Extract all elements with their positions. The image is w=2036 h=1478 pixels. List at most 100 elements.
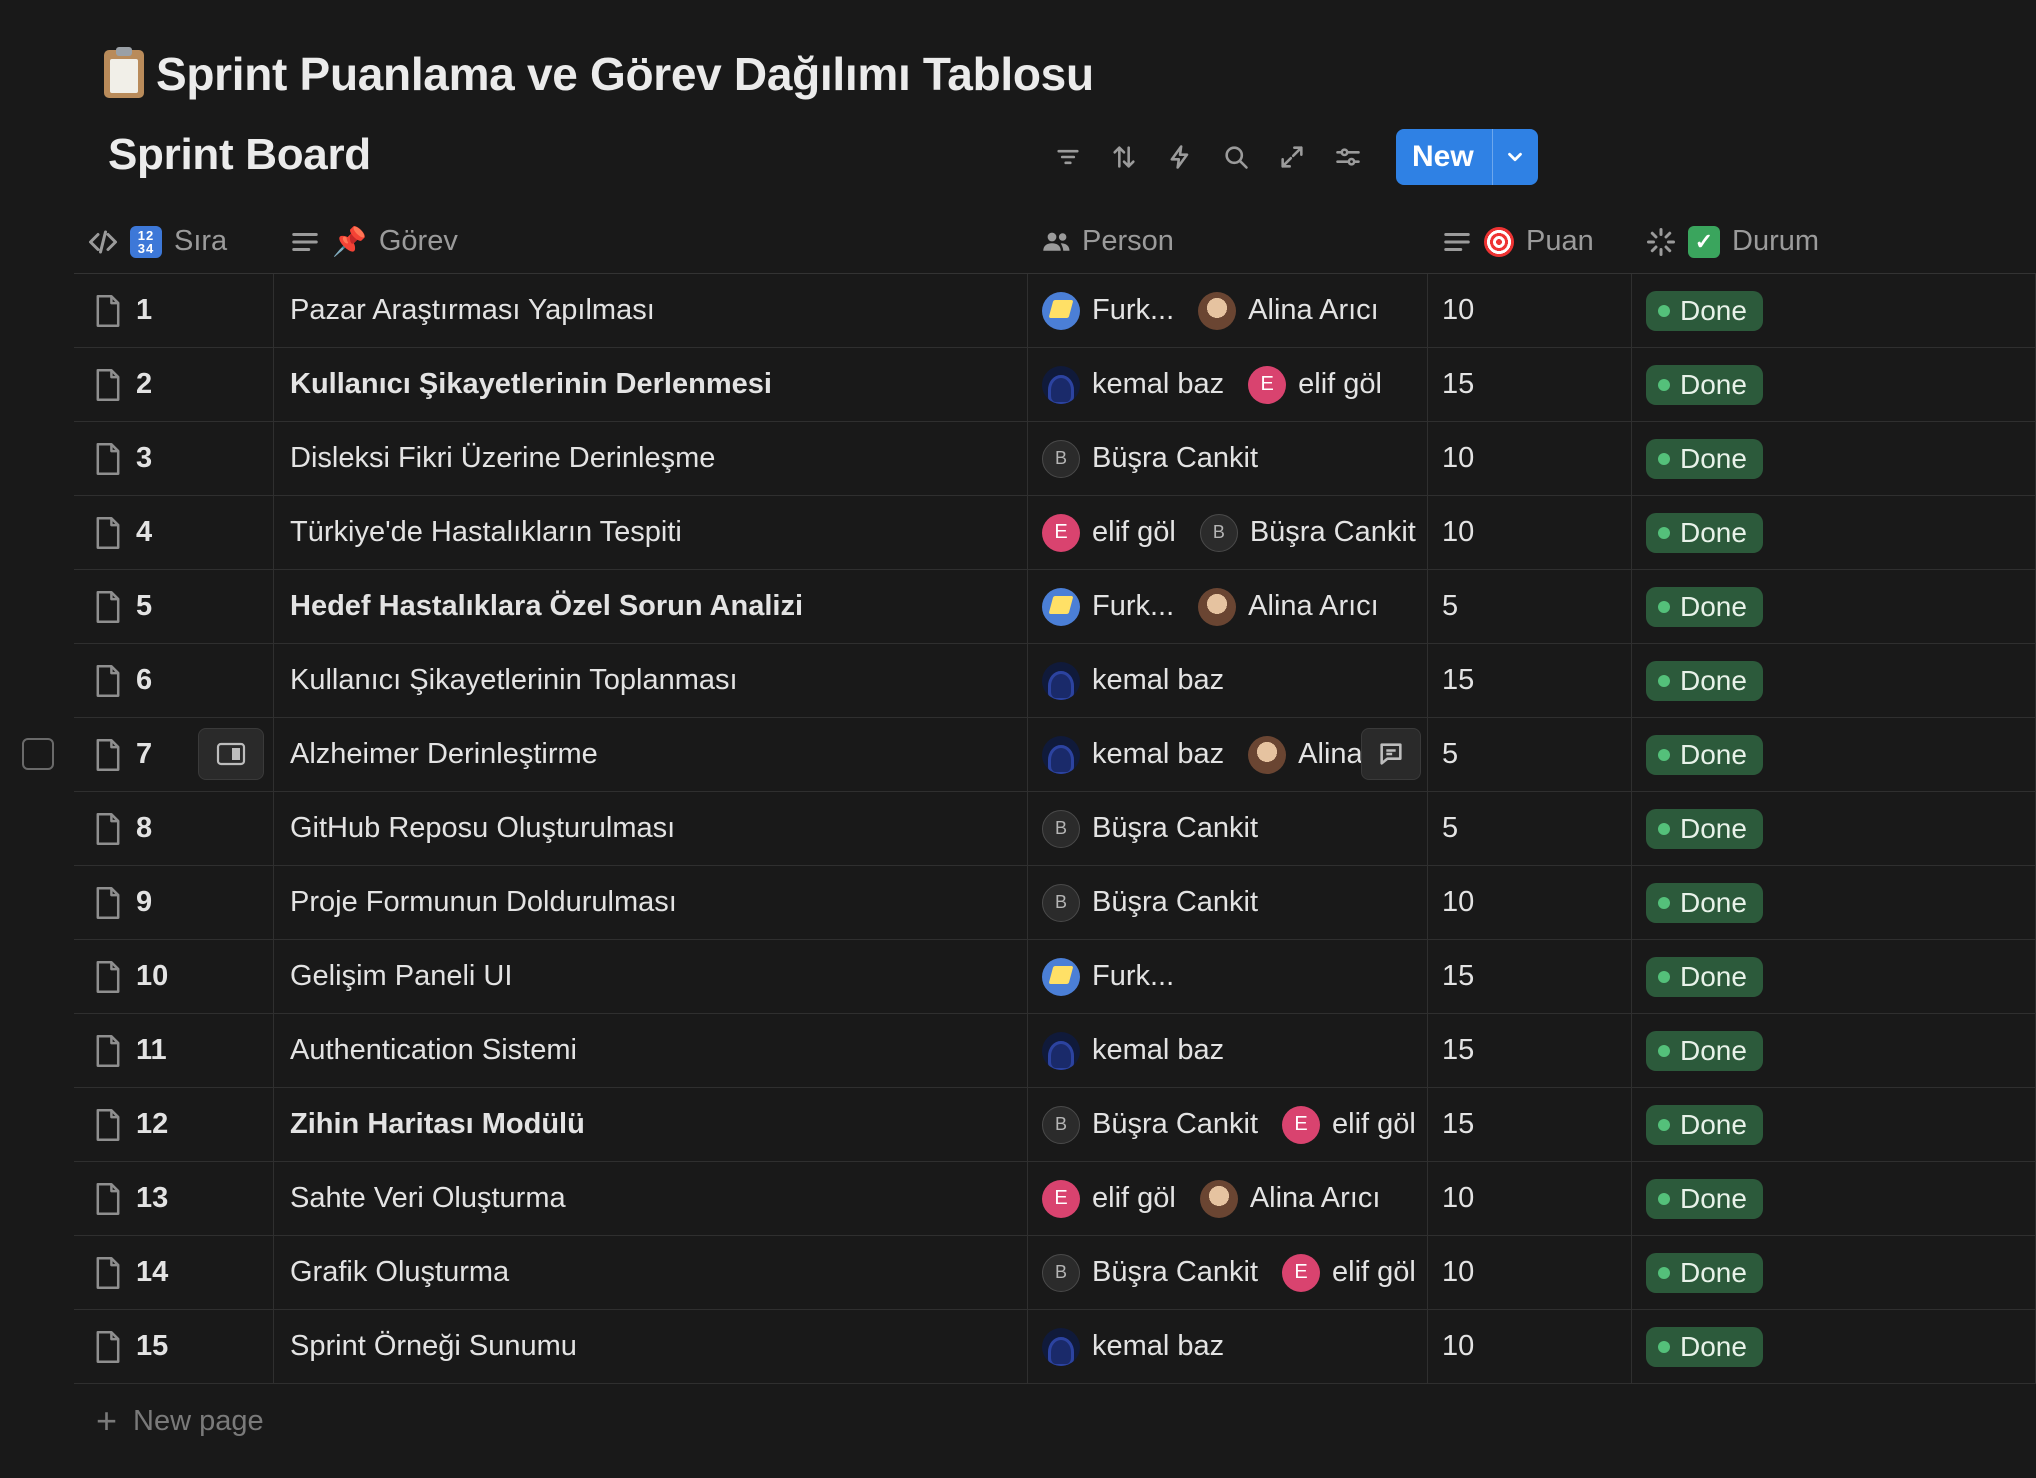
table-row[interactable]: 14 Grafik Oluşturma B Büşra Cankit Eelif göl… [74,1236,2036,1310]
cell-sira[interactable]: 4 [74,496,274,569]
cell-puan[interactable]: 10 [1428,422,1632,495]
column-header-person[interactable]: Person [1028,210,1428,273]
person-chip[interactable]: kemal baz [1042,365,1224,404]
table-row[interactable]: 4 Türkiye'de Hastalıkların Tespiti Eelif g… [74,496,2036,570]
cell-puan[interactable]: 10 [1428,866,1632,939]
cell-person[interactable]: kemal baz [1028,644,1428,717]
person-chip[interactable]: B Büşra Cankit [1199,513,1416,552]
person-chip[interactable]: Furk... [1042,957,1174,996]
settings-icon[interactable] [1320,130,1376,184]
cell-sira[interactable]: 14 [74,1236,274,1309]
column-header-puan[interactable]: Puan [1428,210,1632,273]
cell-sira[interactable]: 11 [74,1014,274,1087]
cell-sira[interactable]: 15 [74,1310,274,1383]
cell-puan[interactable]: 5 [1428,792,1632,865]
person-chip[interactable]: B Büşra Cankit [1042,1105,1258,1144]
cell-gorev[interactable]: Alzheimer Derinleştirme [274,718,1028,791]
person-chip[interactable]: Eelif göl [1042,513,1176,552]
table-row[interactable]: 5 Hedef Hastalıklara Özel Sorun Analizi Fu… [74,570,2036,644]
person-chip[interactable]: Furk... [1042,291,1174,330]
new-page-button[interactable]: + New page [74,1384,2036,1458]
person-chip[interactable]: kemal baz [1042,1327,1224,1366]
column-header-durum[interactable]: ✓ Durum [1632,210,2036,273]
cell-durum[interactable]: Done [1632,1310,2036,1383]
cell-sira[interactable]: 3 [74,422,274,495]
cell-person[interactable]: kemal baz Alina [1028,718,1428,791]
cell-durum[interactable]: Done [1632,644,2036,717]
cell-gorev[interactable]: Kullanıcı Şikayetlerinin Derlenmesi [274,348,1028,421]
person-chip[interactable]: Eelif göl [1282,1105,1416,1144]
person-chip[interactable]: B Büşra Cankit [1042,439,1258,478]
person-chip[interactable]: Eelif göl [1282,1253,1416,1292]
person-chip[interactable]: B Büşra Cankit [1042,1253,1258,1292]
cell-person[interactable]: B Büşra Cankit [1028,866,1428,939]
cell-sira[interactable]: 12 [74,1088,274,1161]
person-chip[interactable]: kemal baz [1042,661,1224,700]
cell-puan[interactable]: 10 [1428,1162,1632,1235]
cell-person[interactable]: Eelif göl B Büşra Cankit [1028,496,1428,569]
cell-gorev[interactable]: GitHub Reposu Oluşturulması [274,792,1028,865]
view-name[interactable]: Sprint Board [108,130,371,180]
person-chip[interactable]: Alina Arıcı [1198,291,1379,330]
table-row[interactable]: 11 Authentication Sistemi kemal baz 15 Done [74,1014,2036,1088]
cell-gorev[interactable]: Gelişim Paneli UI [274,940,1028,1013]
expand-icon[interactable] [1264,130,1320,184]
cell-durum[interactable]: Done [1632,866,2036,939]
cell-durum[interactable]: Done [1632,1162,2036,1235]
cell-gorev[interactable]: Kullanıcı Şikayetlerinin Toplanması [274,644,1028,717]
person-chip[interactable]: Alina Arıcı [1198,587,1379,626]
cell-person[interactable]: B Büşra Cankit Eelif göl [1028,1236,1428,1309]
cell-gorev[interactable]: Grafik Oluşturma [274,1236,1028,1309]
table-row[interactable]: 15 Sprint Örneği Sunumu kemal baz 10 Done [74,1310,2036,1384]
cell-sira[interactable]: 1 [74,274,274,347]
person-chip[interactable]: Eelif göl [1248,365,1382,404]
cell-puan[interactable]: 10 [1428,274,1632,347]
column-header-gorev[interactable]: 📌 Görev [274,210,1028,273]
cell-puan[interactable]: 5 [1428,718,1632,791]
cell-puan[interactable]: 15 [1428,644,1632,717]
cell-person[interactable]: B Büşra Cankit Eelif göl [1028,1088,1428,1161]
cell-durum[interactable]: Done [1632,940,2036,1013]
cell-person[interactable]: Eelif göl Alina Arıcı [1028,1162,1428,1235]
cell-sira[interactable]: 8 [74,792,274,865]
filter-icon[interactable] [1040,130,1096,184]
cell-puan[interactable]: 10 [1428,496,1632,569]
table-row[interactable]: 6 Kullanıcı Şikayetlerinin Toplanması kema… [74,644,2036,718]
cell-durum[interactable]: Done [1632,348,2036,421]
cell-person[interactable]: Furk... [1028,940,1428,1013]
cell-durum[interactable]: Done [1632,1088,2036,1161]
cell-durum[interactable]: Done [1632,1014,2036,1087]
table-row[interactable]: 2 Kullanıcı Şikayetlerinin Derlenmesi kema… [74,348,2036,422]
cell-person[interactable]: kemal baz [1028,1014,1428,1087]
cell-gorev[interactable]: Pazar Araştırması Yapılması [274,274,1028,347]
cell-gorev[interactable]: Proje Formunun Doldurulması [274,866,1028,939]
cell-gorev[interactable]: Sahte Veri Oluşturma [274,1162,1028,1235]
cell-puan[interactable]: 15 [1428,940,1632,1013]
cell-gorev[interactable]: Türkiye'de Hastalıkların Tespiti [274,496,1028,569]
cell-gorev[interactable]: Zihin Haritası Modülü [274,1088,1028,1161]
table-row[interactable]: 7 Alzheimer Derinleştirme kemal baz Alina 5 D… [22,718,2036,792]
person-chip[interactable]: Alina Arıcı [1199,1179,1380,1218]
sort-icon[interactable] [1096,130,1152,184]
cell-person[interactable]: B Büşra Cankit [1028,792,1428,865]
cell-person[interactable]: B Büşra Cankit [1028,422,1428,495]
person-chip[interactable]: B Büşra Cankit [1042,809,1258,848]
cell-durum[interactable]: Done [1632,718,2036,791]
cell-durum[interactable]: Done [1632,792,2036,865]
cell-durum[interactable]: Done [1632,496,2036,569]
person-chip[interactable]: kemal baz [1042,735,1224,774]
cell-sira[interactable]: 10 [74,940,274,1013]
table-row[interactable]: 13 Sahte Veri Oluşturma Eelif göl Alina Arı… [74,1162,2036,1236]
cell-person[interactable]: kemal baz Eelif göl [1028,348,1428,421]
table-row[interactable]: 1 Pazar Araştırması Yapılması Furk... Alina… [74,274,2036,348]
automation-icon[interactable] [1152,130,1208,184]
cell-puan[interactable]: 10 [1428,1236,1632,1309]
comment-button[interactable] [1361,728,1421,780]
cell-sira[interactable]: 2 [74,348,274,421]
table-row[interactable]: 10 Gelişim Paneli UI Furk... 15 Done [74,940,2036,1014]
person-chip[interactable]: Alina [1248,735,1363,774]
cell-person[interactable]: Furk... Alina Arıcı [1028,274,1428,347]
cell-gorev[interactable]: Disleksi Fikri Üzerine Derinleşme [274,422,1028,495]
table-row[interactable]: 8 GitHub Reposu Oluşturulması B Büşra Canki… [74,792,2036,866]
table-row[interactable]: 12 Zihin Haritası Modülü B Büşra Cankit Eeli… [74,1088,2036,1162]
